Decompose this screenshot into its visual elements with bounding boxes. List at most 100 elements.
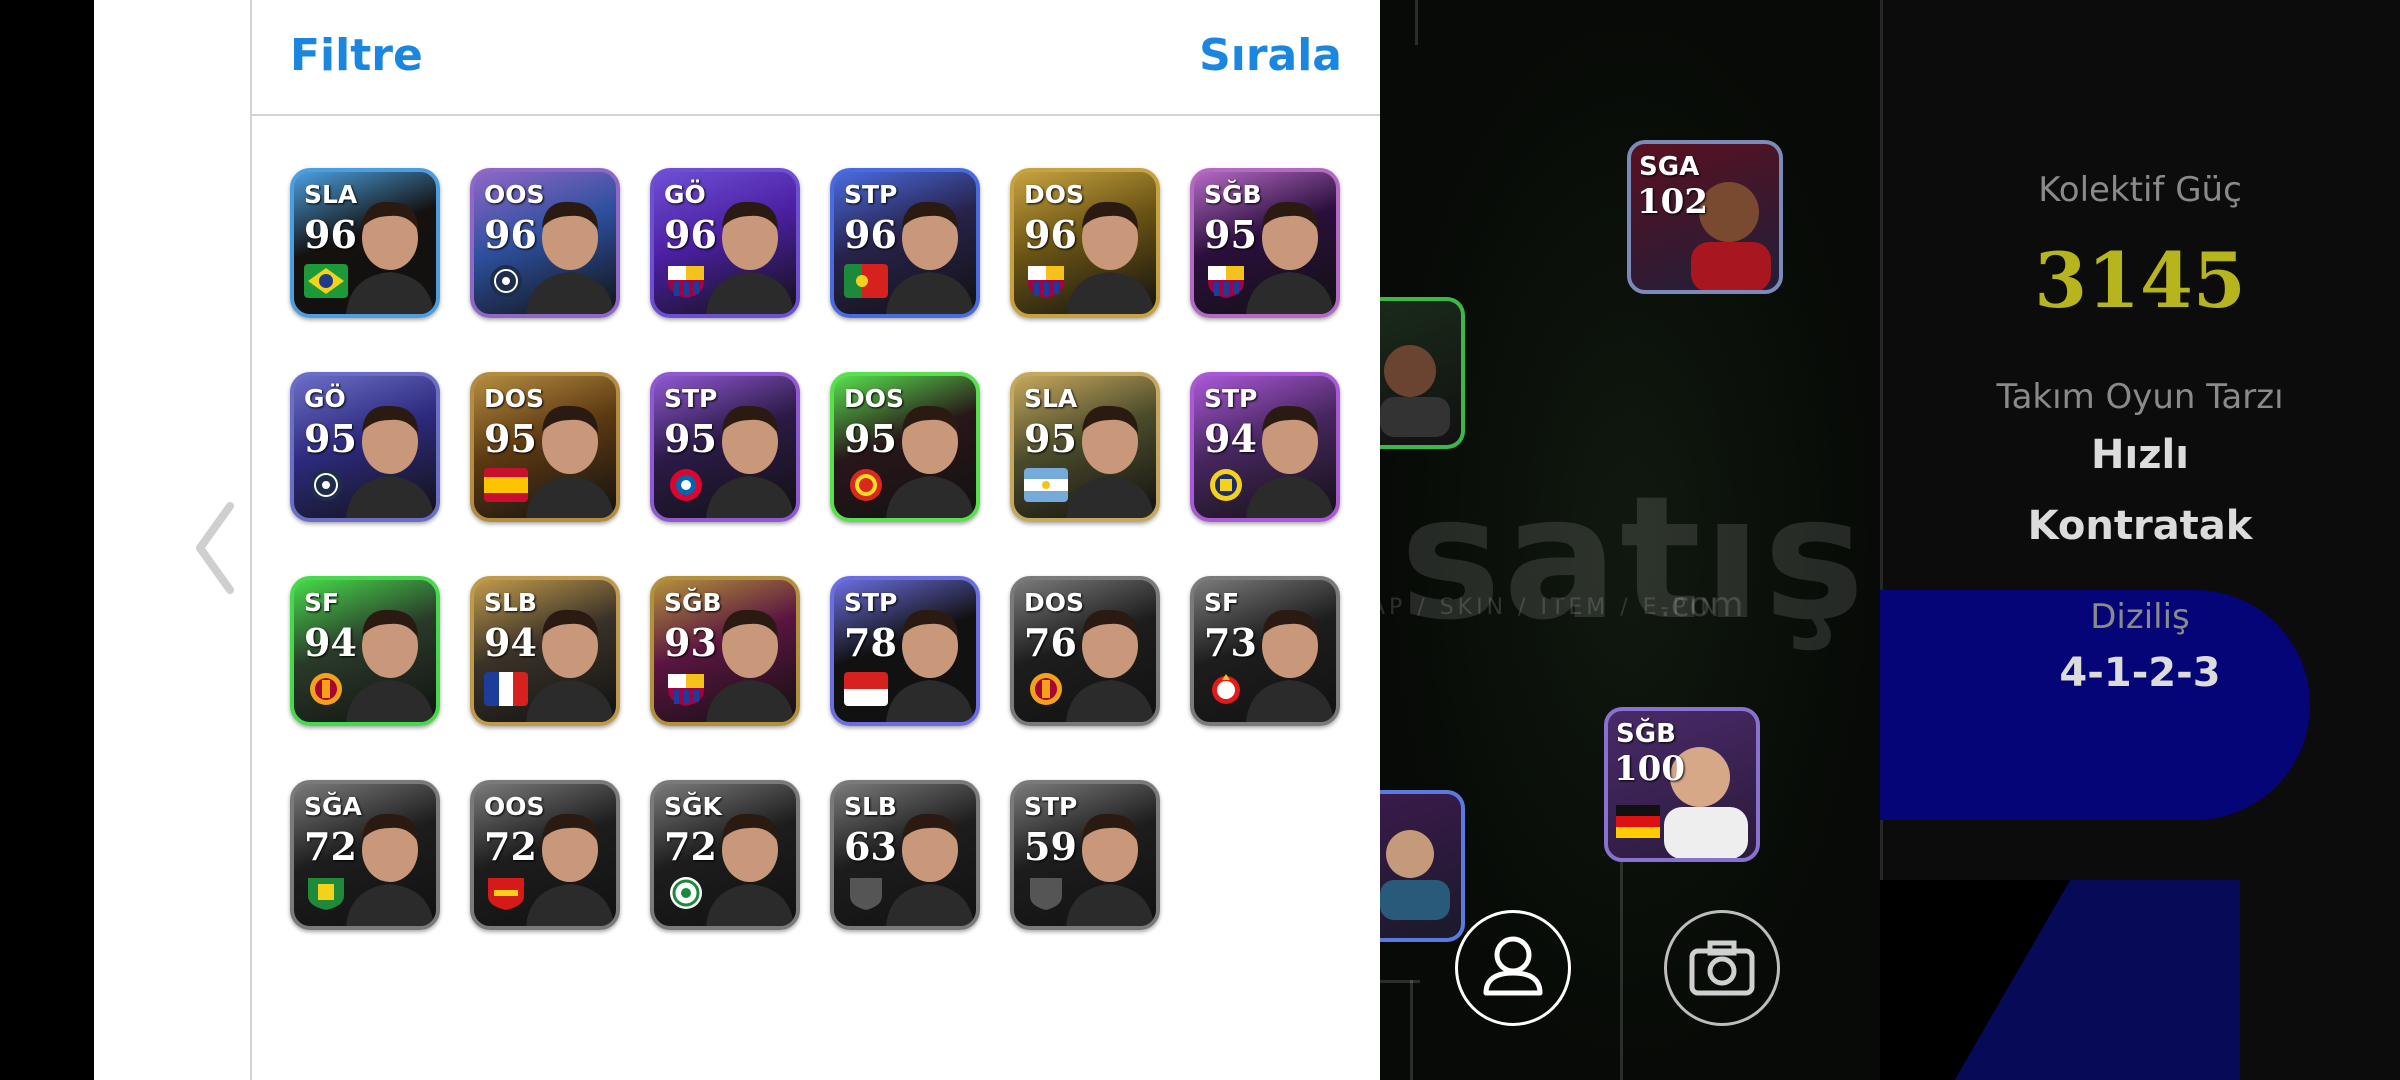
player-rating: 78: [844, 620, 897, 665]
player-position: GÖ: [304, 384, 346, 413]
player-position: SLB: [484, 588, 537, 617]
club-benfica-icon: [1212, 674, 1240, 704]
user-icon: [1483, 936, 1543, 996]
player-rating: 72: [664, 824, 717, 869]
player-card[interactable]: STP 95: [650, 372, 800, 522]
player-card[interactable]: GÖ 96: [650, 168, 800, 318]
player-card[interactable]: OOS 72: [470, 780, 620, 930]
club-barcelona-icon: [1208, 266, 1244, 298]
player-card[interactable]: STP 96: [830, 168, 980, 318]
pitch-player-card[interactable]: SĞB 100: [1604, 707, 1760, 862]
pitch-card-position: SĞB: [1616, 719, 1676, 749]
club-crest-icon: [310, 469, 342, 501]
player-rating: 72: [304, 824, 357, 869]
player-card[interactable]: SĞB 93: [650, 576, 800, 726]
player-card[interactable]: STP 78: [830, 576, 980, 726]
team-power-value: 3145: [2034, 236, 2246, 325]
player-rating: 94: [304, 620, 357, 665]
flag-spain-icon: [484, 468, 528, 502]
player-rating: 96: [844, 212, 897, 257]
player-card[interactable]: SĞK 72: [650, 780, 800, 930]
player-position: DOS: [1024, 588, 1085, 617]
decorative-stripe: [1880, 880, 2240, 1080]
player-card[interactable]: SLB 94: [470, 576, 620, 726]
player-position: DOS: [844, 384, 905, 413]
flag-france-icon: [484, 672, 528, 706]
playstyle-value-line1: Hızlı: [2091, 432, 2189, 478]
club-fenerbahce-icon: [1210, 469, 1242, 501]
player-card[interactable]: SĞB 95: [1190, 168, 1340, 318]
player-card[interactable]: DOS 76: [1010, 576, 1160, 726]
player-position: OOS: [484, 180, 545, 209]
club-barcelona-icon: [1028, 266, 1064, 298]
pitch-card-rating: 100: [1614, 749, 1685, 789]
player-card[interactable]: DOS 95: [470, 372, 620, 522]
pitch-line: [1410, 980, 1413, 1080]
shield-icon: [850, 878, 882, 910]
watermark-domain: .com: [1660, 585, 1744, 625]
player-position: SLB: [844, 792, 897, 821]
player-position: SLA: [1024, 384, 1078, 413]
player-position: DOS: [484, 384, 545, 413]
screenshot-button[interactable]: [1664, 910, 1780, 1026]
player-rating: 94: [484, 620, 537, 665]
player-position: STP: [844, 180, 898, 209]
player-position: SF: [1204, 588, 1240, 617]
player-rating: 96: [664, 212, 717, 257]
player-card[interactable]: SĞA 72: [290, 780, 440, 930]
player-rating: 63: [844, 824, 897, 869]
filter-header: Filtre Sırala: [252, 0, 1380, 116]
camera-icon: [1689, 940, 1755, 996]
player-card[interactable]: DOS 95: [830, 372, 980, 522]
player-position: STP: [1204, 384, 1258, 413]
player-rating: 94: [1204, 416, 1257, 461]
club-crest-icon: [490, 265, 522, 297]
player-card[interactable]: SLA 95: [1010, 372, 1160, 522]
player-card[interactable]: SLA 96: [290, 168, 440, 318]
pitch-card-position: SGA: [1639, 152, 1700, 182]
player-position: STP: [664, 384, 718, 413]
player-position: SĞB: [664, 588, 722, 617]
player-card[interactable]: OOS 96: [470, 168, 620, 318]
player-rating: 96: [304, 212, 357, 257]
club-crest-green-icon: [308, 878, 344, 910]
player-card[interactable]: STP 59: [1010, 780, 1160, 930]
shield-icon: [1030, 878, 1062, 910]
club-manutd-icon: [850, 469, 882, 501]
player-card[interactable]: GÖ 95: [290, 372, 440, 522]
filter-button[interactable]: Filtre: [290, 30, 423, 81]
flag-brazil-icon: [304, 264, 348, 298]
pitch-line: [1415, 0, 1418, 45]
club-galatasaray-icon: [1030, 673, 1062, 705]
player-card[interactable]: SF 73: [1190, 576, 1340, 726]
player-card[interactable]: STP 94: [1190, 372, 1340, 522]
player-rating: 95: [1024, 416, 1077, 461]
profile-button[interactable]: [1455, 910, 1571, 1026]
player-card[interactable]: DOS 96: [1010, 168, 1160, 318]
player-position: SLA: [304, 180, 358, 209]
pitch-player-card-partial[interactable]: [1380, 790, 1465, 942]
panel-divider: [250, 0, 252, 1080]
player-position: GÖ: [664, 180, 706, 209]
player-rating: 95: [484, 416, 537, 461]
pitch-player-card[interactable]: SGA 102: [1627, 140, 1783, 294]
chevron-left-icon[interactable]: [190, 498, 240, 598]
player-card[interactable]: SF 94: [290, 576, 440, 726]
sort-button[interactable]: Sırala: [1199, 30, 1342, 81]
player-position: SĞK: [664, 792, 722, 821]
player-rating: 95: [1204, 212, 1257, 257]
flag-indonesia-icon: [844, 672, 888, 706]
player-rating: 95: [664, 416, 717, 461]
pitch-card-rating: 102: [1637, 182, 1708, 222]
formation-label: Diziliş: [2090, 597, 2190, 637]
player-rating: 59: [1024, 824, 1077, 869]
club-barcelona-icon: [668, 266, 704, 298]
club-barcelona-icon: [668, 674, 704, 706]
pitch-player-card-partial[interactable]: [1380, 297, 1465, 449]
player-rating: 95: [844, 416, 897, 461]
player-portrait-icon: [1380, 345, 1450, 437]
player-portrait-icon: [1380, 830, 1450, 920]
player-position: OOS: [484, 792, 545, 821]
player-card[interactable]: SLB 63: [830, 780, 980, 930]
player-rating: 96: [1024, 212, 1077, 257]
